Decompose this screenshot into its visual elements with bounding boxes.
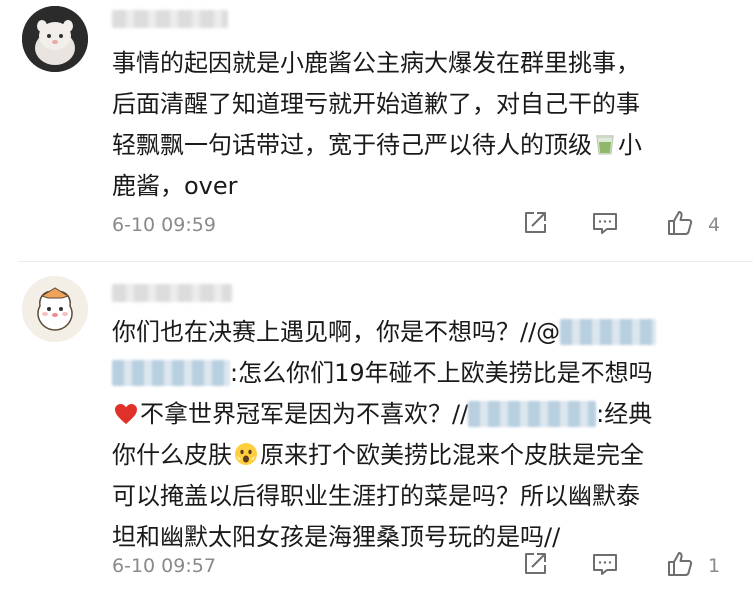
comment-icon: [591, 551, 619, 581]
reply-button[interactable]: [590, 551, 620, 581]
comment-line: 轻飘飘一句话带过，宽于待己严以待人的顶级小: [112, 125, 732, 166]
comment-line: 事情的起因就是小鹿酱公主病大爆发在群里挑事，: [112, 49, 640, 77]
comment-item: 事情的起因就是小鹿酱公主病大爆发在群里挑事， 后面清醒了知道理亏就开始道歉了，对…: [0, 0, 753, 262]
avatar[interactable]: [22, 276, 88, 342]
like-button[interactable]: [665, 551, 695, 581]
share-button[interactable]: [520, 551, 550, 581]
username-redacted[interactable]: [112, 10, 228, 28]
comment-line: 你什么皮肤 原来打个欧美捞比混来个皮肤是完全: [112, 435, 732, 476]
comment-line: 坦和幽默太阳女孩是海狸桑顶号玩的是吗//: [112, 523, 561, 551]
comment-line: :怎么你们19年碰不上欧美捞比是不想吗: [112, 353, 732, 394]
avatar[interactable]: [22, 6, 88, 72]
comment-icon: [591, 210, 619, 240]
comment-line: 可以掩盖以后得职业生涯打的菜是吗？所以幽默泰: [112, 482, 640, 510]
timestamp: 6-10 09:57: [112, 555, 216, 577]
heart-emoji: [114, 397, 138, 438]
comment-text: 事情的起因就是小鹿酱公主病大爆发在群里挑事， 后面清醒了知道理亏就开始道歉了，对…: [112, 43, 732, 207]
like-count: 4: [708, 214, 721, 236]
comment-text: 你们也在决赛上遇见啊，你是不想吗？//@ :怎么你们19年碰不上欧美捞比是不想吗…: [112, 312, 732, 558]
timestamp: 6-10 09:59: [112, 214, 216, 236]
like-button[interactable]: [665, 210, 695, 240]
comment-line: 鹿酱，over: [112, 172, 238, 200]
thumbs-up-icon: [666, 550, 694, 582]
share-button[interactable]: [520, 210, 550, 240]
share-icon: [522, 210, 548, 240]
mention-redacted[interactable]: [112, 360, 230, 386]
tea-emoji: [594, 128, 616, 169]
comment-line: 不拿世界冠军是因为不喜欢？//:经典: [112, 394, 732, 435]
share-icon: [522, 551, 548, 581]
comment-line: 后面清醒了知道理亏就开始道歉了，对自己干的事: [112, 90, 640, 118]
thumbs-up-icon: [666, 209, 694, 241]
mention-redacted[interactable]: [560, 319, 657, 345]
comment-item: 你们也在决赛上遇见啊，你是不想吗？//@ :怎么你们19年碰不上欧美捞比是不想吗…: [0, 262, 753, 599]
face-emoji: [234, 438, 258, 479]
username-redacted[interactable]: [112, 284, 232, 302]
reply-button[interactable]: [590, 210, 620, 240]
comment-line: 你们也在决赛上遇见啊，你是不想吗？//@: [112, 312, 732, 353]
mention-redacted[interactable]: [468, 401, 597, 427]
like-count: 1: [708, 555, 721, 577]
